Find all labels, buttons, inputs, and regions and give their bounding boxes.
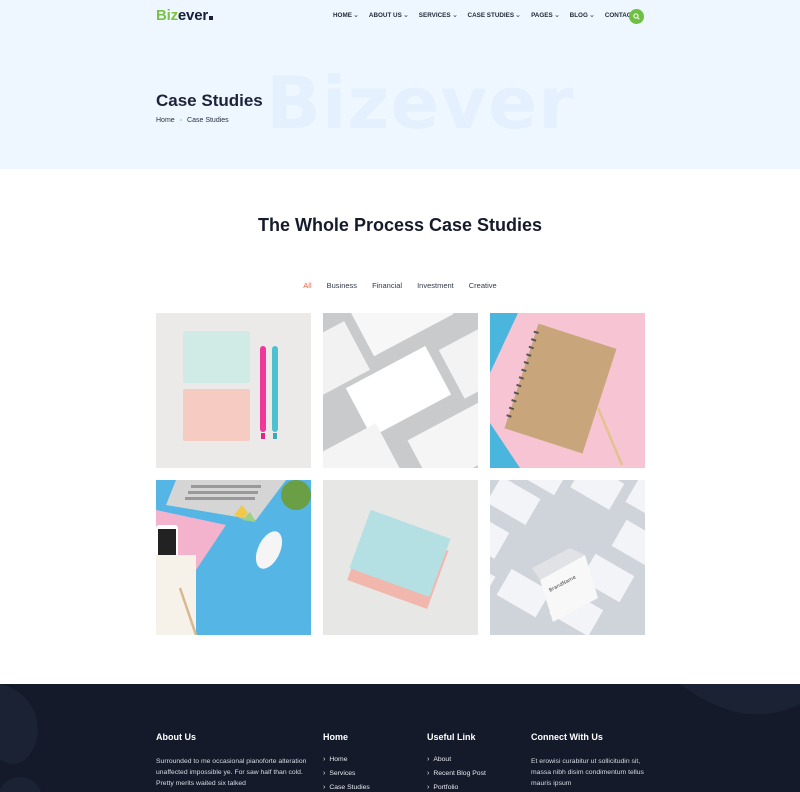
site-footer: About Us Surrounded to me occasional pia…	[0, 684, 800, 792]
site-header: Bizever HOME ABOUT US SERVICES CASE STUDIES…	[0, 0, 800, 33]
kraft-notebook-image	[490, 313, 645, 468]
filter-tab-business[interactable]: Business	[327, 281, 357, 290]
footer-link-label: Case Studies	[329, 784, 370, 791]
section-title: The Whole Process Case Studies	[257, 215, 543, 235]
breadcrumb-home[interactable]: Home	[156, 117, 175, 124]
filter-tab-all[interactable]: All	[303, 281, 311, 290]
main-nav: HOME ABOUT US SERVICES CASE STUDIES PAGES BLO…	[333, 12, 646, 19]
logo-part-2: ever	[177, 7, 208, 24]
gallery-item[interactable]	[156, 313, 311, 468]
search-icon	[633, 13, 640, 20]
footer-link[interactable]: › Home	[323, 756, 370, 763]
footer-link-label: Recent Blog Post	[433, 770, 486, 777]
footer-link-label: About	[433, 756, 452, 763]
gallery-item[interactable]	[490, 313, 645, 468]
nav-item-label: ABOUT US	[368, 12, 402, 19]
chevron-right-icon: ›	[427, 770, 430, 777]
breadcrumb-current: Case Studies	[187, 117, 229, 124]
footer-connect-text: Et erowisi curabitur ut sollicitudin sit…	[531, 758, 644, 787]
business-cards-image	[323, 313, 478, 468]
footer-useful: Useful Link › About › Recent Blog Post › Po…	[427, 732, 486, 792]
filter-tab-investment[interactable]: Investment	[417, 281, 454, 290]
chevron-down-icon	[354, 14, 358, 17]
notepad-stack-image	[323, 480, 478, 635]
logo-dot	[208, 16, 213, 20]
chevron-right-icon: ›	[323, 770, 326, 777]
nav-item-services[interactable]: SERVICES	[419, 12, 457, 19]
chevron-down-icon	[404, 14, 408, 17]
filter-tab-creative[interactable]: Creative	[469, 281, 497, 290]
footer-link[interactable]: › Recent Blog Post	[427, 770, 486, 777]
nav-item-home[interactable]: HOME	[333, 12, 358, 19]
logo[interactable]: Bizever	[156, 7, 213, 24]
logo-part-1: Biz	[156, 7, 178, 24]
footer-link[interactable]: › Portfolio	[427, 784, 486, 791]
chevron-down-icon	[555, 14, 559, 17]
page-title: Case Studies	[156, 91, 263, 110]
filter-tab-financial[interactable]: Financial	[372, 281, 402, 290]
footer-link[interactable]: › Services	[323, 770, 370, 777]
footer-about: About Us Surrounded to me occasional pia…	[156, 732, 316, 789]
footer-connect: Connect With Us Et erowisi curabitur ut …	[531, 732, 646, 789]
gallery-item[interactable]	[323, 480, 478, 635]
gallery-item[interactable]	[156, 480, 311, 635]
footer-decoration	[0, 684, 800, 792]
nav-item-about-us[interactable]: ABOUT US	[369, 12, 408, 19]
gallery-item[interactable]: BrandName	[490, 480, 645, 635]
footer-link-label: Portfolio	[433, 784, 459, 791]
breadcrumb-separator: -	[179, 117, 183, 124]
sticky-notes-pens-image	[156, 313, 311, 468]
case-study-gallery: BrandName	[156, 313, 645, 635]
nav-item-case-studies[interactable]: CASE STUDIES	[468, 12, 521, 19]
hero-watermark: Bizever	[266, 61, 575, 145]
white-cards-image: BrandName	[490, 480, 645, 635]
footer-home: Home › Home › Services › Case Studies	[323, 732, 370, 792]
nav-item-pages[interactable]: PAGES	[531, 12, 559, 19]
chevron-right-icon: ›	[323, 784, 326, 791]
chevron-right-icon: ›	[323, 756, 326, 763]
footer-about-title: About Us	[156, 732, 196, 742]
nav-item-label: HOME	[333, 12, 352, 19]
footer-link[interactable]: › About	[427, 756, 486, 763]
footer-link[interactable]: › Case Studies	[323, 784, 370, 791]
nav-item-label: BLOG	[569, 12, 588, 19]
footer-connect-title: Connect With Us	[531, 732, 603, 742]
chevron-right-icon: ›	[427, 784, 430, 791]
footer-about-text: Surrounded to me occasional pianoforte a…	[156, 758, 307, 787]
chevron-down-icon	[590, 14, 594, 17]
chevron-right-icon: ›	[427, 756, 430, 763]
gallery-item[interactable]	[323, 313, 478, 468]
breadcrumb: Home - Case Studies	[156, 117, 229, 124]
nav-item-label: PAGES	[531, 12, 553, 19]
filter-tabs: All Business Financial Investment Creative	[0, 281, 800, 290]
chevron-down-icon	[516, 14, 520, 17]
nav-item-label: CASE STUDIES	[467, 12, 515, 19]
nav-item-blog[interactable]: BLOG	[570, 12, 594, 19]
footer-home-title: Home	[323, 732, 349, 742]
nav-item-label: SERVICES	[418, 12, 451, 19]
footer-useful-title: Useful Link	[427, 732, 476, 742]
footer-link-label: Home	[329, 756, 348, 763]
page-hero: Bizever Case Studies Home - Case Studies	[0, 33, 800, 169]
chevron-down-icon	[452, 14, 457, 17]
search-button[interactable]	[629, 9, 644, 24]
desk-workspace-image	[156, 480, 311, 635]
footer-link-label: Services	[329, 770, 356, 777]
